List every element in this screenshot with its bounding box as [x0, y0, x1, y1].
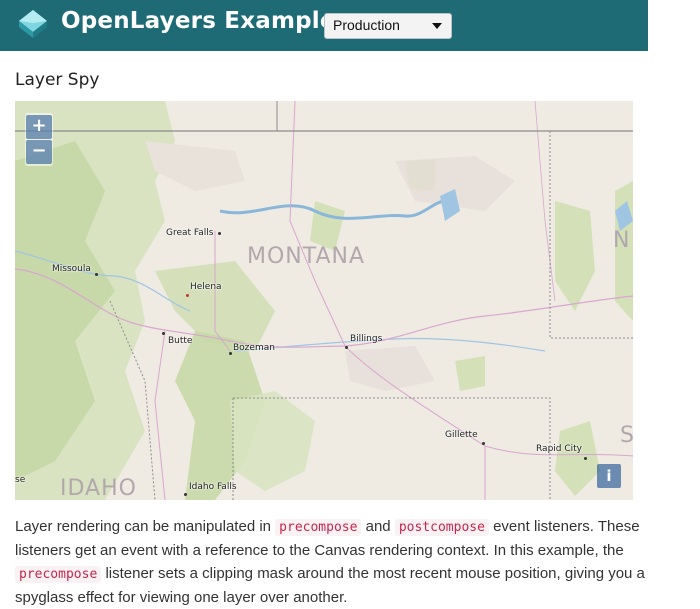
city-dot-idaho-falls	[184, 493, 187, 496]
zoom-out-button[interactable]: −	[26, 140, 52, 164]
code-precompose-2: precompose	[15, 566, 102, 583]
city-label-idaho-falls: Idaho Falls	[189, 482, 237, 492]
city-dot-great-falls	[218, 232, 221, 235]
chevron-down-icon	[432, 23, 442, 29]
city-label-billings: Billings	[350, 334, 383, 344]
city-label-great-falls: Great Falls	[166, 228, 214, 238]
map-viewport[interactable]: MONTANA IDAHO N S Great Falls Missoula H…	[15, 101, 633, 500]
version-select-value: Production	[333, 17, 400, 33]
city-label-edge: se	[15, 475, 26, 485]
code-postcompose: postcompose	[394, 519, 489, 536]
attribution-button[interactable]: i	[597, 464, 621, 488]
city-dot-missoula	[95, 273, 98, 276]
city-dot-billings	[345, 346, 348, 349]
desc-text-1: Layer rendering can be manipulated in	[15, 518, 276, 535]
example-description: Layer rendering can be manipulated in pr…	[15, 515, 645, 609]
city-dot-gillette	[482, 442, 485, 445]
city-label-missoula: Missoula	[52, 264, 91, 274]
code-precompose: precompose	[275, 519, 362, 536]
zoom-control: + −	[25, 113, 53, 166]
desc-text-2: and	[361, 518, 395, 535]
brand-title[interactable]: OpenLayers Examples	[61, 8, 350, 34]
header-bar: OpenLayers Examples Production	[0, 0, 648, 51]
state-label-south: S	[620, 423, 633, 448]
city-dot-rapid-city	[584, 457, 587, 460]
page-title: Layer Spy	[15, 70, 100, 90]
zoom-in-button[interactable]: +	[26, 115, 52, 139]
map-tiles	[15, 101, 633, 500]
city-dot-butte	[162, 332, 165, 335]
version-select[interactable]: Production	[324, 13, 452, 39]
city-dot-helena	[186, 294, 189, 297]
openlayers-logo-icon	[19, 10, 47, 38]
city-label-helena: Helena	[190, 282, 222, 292]
city-dot-bozeman	[229, 352, 232, 355]
state-label-montana: MONTANA	[247, 244, 366, 269]
city-label-butte: Butte	[168, 336, 193, 346]
state-label-idaho: IDAHO	[60, 476, 137, 500]
city-label-bozeman: Bozeman	[233, 343, 275, 353]
city-label-rapid-city: Rapid City	[536, 444, 582, 454]
city-label-gillette: Gillette	[445, 430, 478, 440]
state-label-north: N	[613, 228, 631, 253]
